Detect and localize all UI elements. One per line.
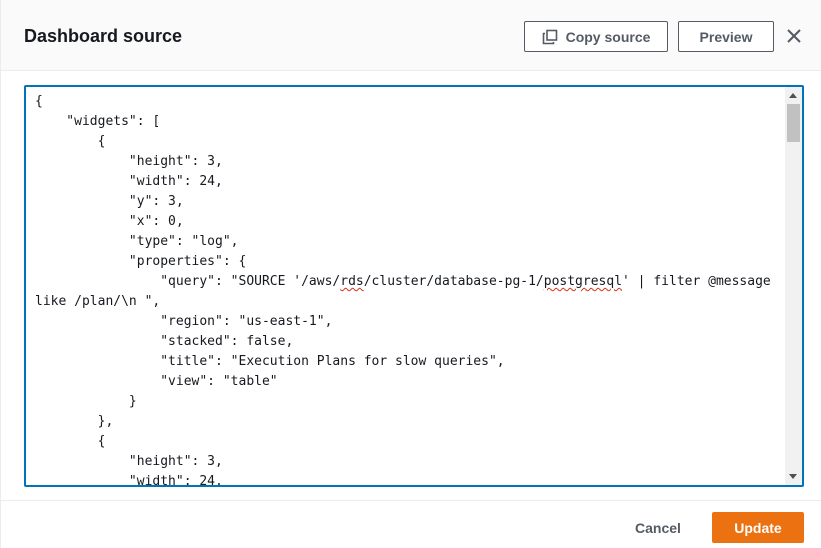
code-line: "type": "log", [35, 234, 239, 249]
code-line: } [35, 394, 137, 409]
code-line: "width": 24, [35, 474, 223, 487]
code-line: { [35, 434, 106, 449]
code-line: "width": 24, [35, 174, 223, 189]
json-editor[interactable]: { "widgets": [ { "height": 3, "width": 2… [24, 85, 804, 487]
code-line: "region": "us-east-1", [35, 314, 333, 329]
dashboard-source-modal: Dashboard source Copy source Preview { "… [0, 0, 821, 548]
code-line: "height": 3, [35, 454, 223, 469]
code-line: }, [35, 414, 114, 429]
code-line: "x": 0, [35, 214, 184, 229]
update-button[interactable]: Update [712, 512, 804, 543]
code-line: { [35, 134, 106, 149]
copy-icon [542, 29, 558, 45]
code-line: "query": "SOURCE '/aws/rds/cluster/datab… [35, 274, 771, 289]
code-line: "view": "table" [35, 374, 278, 389]
code-line: like /plan/\n ", [35, 294, 161, 309]
spellcheck-word: rds [340, 274, 364, 289]
code-line: { [35, 94, 43, 109]
code-line: "y": 3, [35, 194, 184, 209]
copy-source-button[interactable]: Copy source [524, 21, 668, 52]
scrollbar-thumb[interactable] [787, 104, 800, 142]
code-content[interactable]: { "widgets": [ { "height": 3, "width": 2… [35, 92, 783, 487]
cancel-label: Cancel [635, 519, 681, 536]
preview-button[interactable]: Preview [678, 21, 774, 52]
cancel-button[interactable]: Cancel [626, 512, 690, 543]
code-line: "height": 3, [35, 154, 223, 169]
preview-label: Preview [699, 28, 753, 45]
modal-footer: Cancel Update [1, 500, 821, 548]
scroll-down-arrow-icon[interactable] [789, 474, 797, 479]
code-line: "properties": { [35, 254, 247, 269]
code-line: "title": "Execution Plans for slow queri… [35, 354, 505, 369]
close-icon[interactable] [782, 24, 806, 48]
editor-scrollbar[interactable] [785, 87, 802, 485]
copy-source-label: Copy source [565, 28, 651, 45]
spellcheck-word: postgresql [543, 274, 623, 289]
update-label: Update [734, 519, 782, 536]
modal-title: Dashboard source [24, 26, 183, 46]
code-line: "stacked": false, [35, 334, 294, 349]
modal-header: Dashboard source Copy source Preview [1, 0, 821, 71]
scroll-up-arrow-icon[interactable] [789, 93, 797, 98]
code-line: "widgets": [ [35, 114, 161, 129]
